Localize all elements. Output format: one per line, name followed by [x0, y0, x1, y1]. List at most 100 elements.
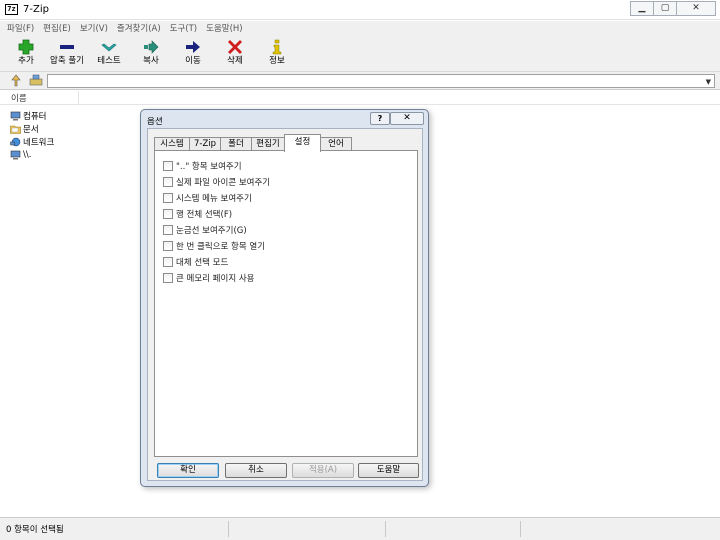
window-controls: ▁ ▢ ✕ [630, 1, 716, 17]
apply-button[interactable]: 적용(A) [292, 463, 354, 478]
checkbox[interactable] [163, 225, 173, 235]
info-button[interactable]: 정보 [257, 38, 297, 70]
option-label: 행 전체 선택(F) [176, 210, 233, 220]
ok-button[interactable]: 확인 [157, 463, 219, 478]
delete-x-icon [228, 40, 242, 54]
option-system-menu[interactable]: 시스템 메뉴 보여주기 [163, 192, 252, 204]
options-dialog: 옵션 ? ✕ 시스템 7-Zip 폴더 편집기 설정 언어 ".." 항목 보여… [140, 109, 429, 487]
computer-icon [10, 111, 21, 120]
info-label: 정보 [269, 56, 285, 66]
address-input[interactable]: ▼ [47, 74, 715, 88]
chevron-down-icon[interactable]: ▼ [706, 78, 711, 86]
add-button[interactable]: 추가 [6, 38, 46, 70]
menu-edit[interactable]: 편집(E) [43, 21, 71, 37]
dialog-title: 옵션 [147, 117, 163, 127]
checkbox[interactable] [163, 177, 173, 187]
option-show-dotdot[interactable]: ".." 항목 보여주기 [163, 160, 242, 172]
tab-editor[interactable]: 편집기 [251, 137, 285, 151]
list-item-computer[interactable]: 컴퓨터 [10, 109, 46, 122]
tab-system[interactable]: 시스템 [154, 137, 190, 151]
option-label: 눈금선 보여주기(G) [176, 226, 247, 236]
list-item-label: \\. [23, 149, 32, 160]
option-large-pages[interactable]: 큰 메모리 페이지 사용 [163, 272, 255, 284]
settings-panel: ".." 항목 보여주기 실제 파일 아이콘 보여주기 시스템 메뉴 보여주기 … [154, 150, 418, 457]
option-show-grid[interactable]: 눈금선 보여주기(G) [163, 224, 247, 236]
menu-bar: 파일(F) 편집(E) 보기(V) 즐겨찾기(A) 도구(T) 도움말(H) [0, 21, 720, 37]
app-icon: 7z [5, 4, 18, 15]
column-separator[interactable] [78, 91, 79, 104]
list-item-label: 컴퓨터 [23, 111, 47, 122]
checkbox[interactable] [163, 209, 173, 219]
tab-settings[interactable]: 설정 [284, 134, 321, 152]
test-label: 테스트 [97, 56, 121, 66]
option-label: 실제 파일 아이콘 보여주기 [176, 178, 271, 188]
option-label: 대체 선택 모드 [176, 258, 229, 268]
tab-folders[interactable]: 폴더 [220, 137, 252, 151]
tab-7zip[interactable]: 7-Zip [189, 137, 221, 151]
delete-label: 삭제 [227, 56, 243, 66]
drive-icon[interactable] [29, 74, 43, 87]
checkbox[interactable] [163, 257, 173, 267]
info-icon [272, 39, 282, 55]
checkbox[interactable] [163, 193, 173, 203]
window-title: 7-Zip [23, 4, 49, 15]
title-bar: 7z 7-Zip ▁ ▢ ✕ [0, 0, 720, 20]
up-folder-icon[interactable] [10, 74, 22, 87]
option-label: 시스템 메뉴 보여주기 [176, 194, 252, 204]
copy-button[interactable]: 복사 [131, 38, 171, 70]
menu-view[interactable]: 보기(V) [80, 21, 108, 37]
checkbox[interactable] [163, 273, 173, 283]
help-button[interactable]: 도움말 [358, 463, 419, 478]
column-name-header[interactable]: 이름 [11, 92, 27, 104]
option-label: 큰 메모리 페이지 사용 [176, 274, 255, 284]
option-label: ".." 항목 보여주기 [176, 162, 242, 172]
list-item-documents[interactable]: 문서 [10, 122, 39, 135]
delete-button[interactable]: 삭제 [215, 38, 255, 70]
extract-label: 압축 풀기 [50, 56, 84, 66]
list-item-label: 네트워크 [23, 137, 55, 148]
toolbar: 추가 압축 풀기 테스트 복사 이동 삭제 정보 [0, 37, 720, 72]
option-full-row-select[interactable]: 행 전체 선택(F) [163, 208, 232, 220]
option-alt-select[interactable]: 대체 선택 모드 [163, 256, 228, 268]
list-item-network[interactable]: 네트워크 [10, 135, 54, 148]
cancel-button[interactable]: 취소 [225, 463, 287, 478]
copy-label: 복사 [143, 56, 159, 66]
maximize-button[interactable]: ▢ [653, 1, 677, 16]
dialog-close-button[interactable]: ✕ [390, 112, 424, 125]
status-text: 0 항목이 선택됨 [6, 525, 64, 535]
move-label: 이동 [185, 56, 201, 66]
address-bar: ▼ [0, 72, 720, 90]
copy-arrow-icon [144, 40, 159, 54]
computer-icon [10, 150, 21, 159]
status-separator [520, 521, 521, 537]
option-real-file-icons[interactable]: 실제 파일 아이콘 보여주기 [163, 176, 270, 188]
dialog-body: 시스템 7-Zip 폴더 편집기 설정 언어 ".." 항목 보여주기 실제 파… [147, 128, 423, 481]
status-separator [228, 521, 229, 537]
status-separator [385, 521, 386, 537]
move-arrow-icon [186, 41, 200, 53]
move-button[interactable]: 이동 [173, 38, 213, 70]
folder-icon [10, 125, 21, 134]
menu-help[interactable]: 도움말(H) [206, 21, 242, 37]
menu-file[interactable]: 파일(F) [7, 21, 34, 37]
column-header: 이름 [0, 91, 720, 105]
checkbox[interactable] [163, 161, 173, 171]
add-label: 추가 [18, 56, 34, 66]
test-button[interactable]: 테스트 [89, 38, 129, 70]
network-icon [10, 137, 21, 146]
minimize-button[interactable]: ▁ [630, 1, 654, 16]
dialog-help-button[interactable]: ? [370, 112, 390, 125]
extract-button[interactable]: 압축 풀기 [47, 38, 87, 70]
close-button[interactable]: ✕ [676, 1, 716, 16]
minus-icon [60, 45, 74, 49]
plus-icon [18, 39, 34, 55]
tab-language[interactable]: 언어 [320, 137, 352, 151]
option-label: 한 번 클릭으로 항목 열기 [176, 242, 266, 252]
list-item-label: 문서 [23, 124, 39, 135]
list-item-unc[interactable]: \\. [10, 148, 31, 161]
checkbox[interactable] [163, 241, 173, 251]
menu-favorites[interactable]: 즐겨찾기(A) [117, 21, 161, 37]
menu-tools[interactable]: 도구(T) [170, 21, 197, 37]
status-bar: 0 항목이 선택됨 [0, 517, 720, 540]
option-single-click[interactable]: 한 번 클릭으로 항목 열기 [163, 240, 265, 252]
